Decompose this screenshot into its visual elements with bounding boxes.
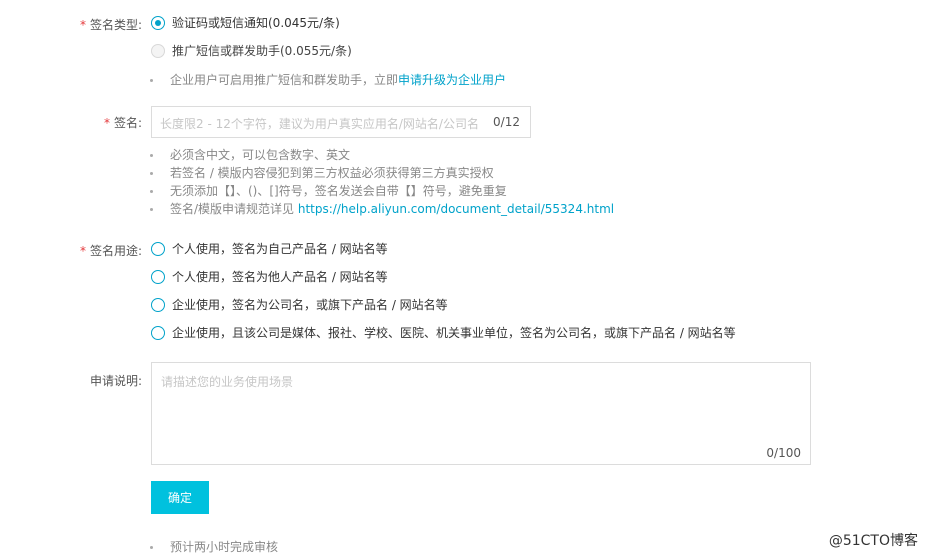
upgrade-enterprise-link[interactable]: 申请升级为企业用户	[398, 73, 506, 87]
signature-tip: 必须含中文，可以包含数字、英文	[149, 146, 350, 164]
usage-option[interactable]: 个人使用，签名为他人产品名 / 网站名等	[151, 268, 388, 285]
radio-unchecked-icon[interactable]	[151, 269, 165, 284]
usage-option-label: 个人使用，签名为自己产品名 / 网站名等	[172, 242, 388, 256]
usage-option-label: 企业使用，签名为公司名，或旗下产品名 / 网站名等	[172, 298, 448, 312]
description-textarea[interactable]: 请描述您的业务使用场景 0/100	[151, 362, 811, 465]
required-star: *	[79, 244, 86, 258]
signature-spec-tip: 签名/模版申请规范详见 https://help.aliyun.com/docu…	[149, 200, 614, 218]
sign-type-label: * 签名类型:	[79, 18, 142, 32]
usage-option[interactable]: 企业使用，签名为公司名，或旗下产品名 / 网站名等	[151, 296, 448, 313]
sign-type-option-verification[interactable]: 验证码或短信通知(0.045元/条)	[151, 14, 340, 31]
watermark: @51CTO博客	[828, 533, 918, 549]
radio-checked-icon[interactable]	[151, 15, 165, 30]
signature-input[interactable]: 长度限2 - 12个字符，建议为用户真实应用名/网站名/公司名 0/12	[151, 106, 531, 138]
usage-label: * 签名用途:	[79, 244, 142, 258]
usage-option[interactable]: 个人使用，签名为自己产品名 / 网站名等	[151, 240, 388, 257]
usage-option-label: 企业使用，且该公司是媒体、报社、学校、医院、机关事业单位，签名为公司名，或旗下产…	[172, 326, 736, 340]
review-time-tip: 预计两小时完成审核	[149, 538, 278, 556]
submit-button[interactable]: 确定	[151, 481, 209, 514]
sign-type-option-label: 推广短信或群发助手(0.055元/条)	[172, 44, 352, 58]
required-star: *	[79, 18, 86, 32]
usage-option[interactable]: 企业使用，且该公司是媒体、报社、学校、医院、机关事业单位，签名为公司名，或旗下产…	[151, 324, 736, 341]
sign-type-option-promotion[interactable]: 推广短信或群发助手(0.055元/条)	[151, 42, 352, 59]
usage-option-label: 个人使用，签名为他人产品名 / 网站名等	[172, 270, 388, 284]
radio-unchecked-icon[interactable]	[151, 241, 165, 256]
signature-tip: 若签名 / 模版内容侵犯到第三方权益必须获得第三方真实授权	[150, 164, 494, 182]
spec-doc-link[interactable]: https://help.aliyun.com/document_detail/…	[298, 202, 614, 216]
description-char-counter: 0/100	[766, 446, 801, 460]
signature-char-counter: 0/12	[493, 115, 520, 129]
radio-unchecked-icon[interactable]	[151, 297, 165, 312]
signature-placeholder: 长度限2 - 12个字符，建议为用户真实应用名/网站名/公司名	[160, 117, 479, 131]
description-label: 申请说明:	[89, 374, 142, 388]
upgrade-tip: 企业用户可启用推广短信和群发助手，立即申请升级为企业用户	[149, 71, 506, 89]
required-star: *	[103, 116, 110, 130]
description-placeholder: 请描述您的业务使用场景	[161, 375, 294, 389]
sign-type-option-label: 验证码或短信通知(0.045元/条)	[172, 16, 340, 30]
signature-label: * 签名:	[103, 116, 142, 130]
signature-tip: 无须添加【】、()、[]符号，签名发送会自带【】符号，避免重复	[150, 182, 507, 200]
radio-disabled-icon[interactable]	[151, 43, 165, 58]
radio-unchecked-icon[interactable]	[151, 325, 165, 340]
